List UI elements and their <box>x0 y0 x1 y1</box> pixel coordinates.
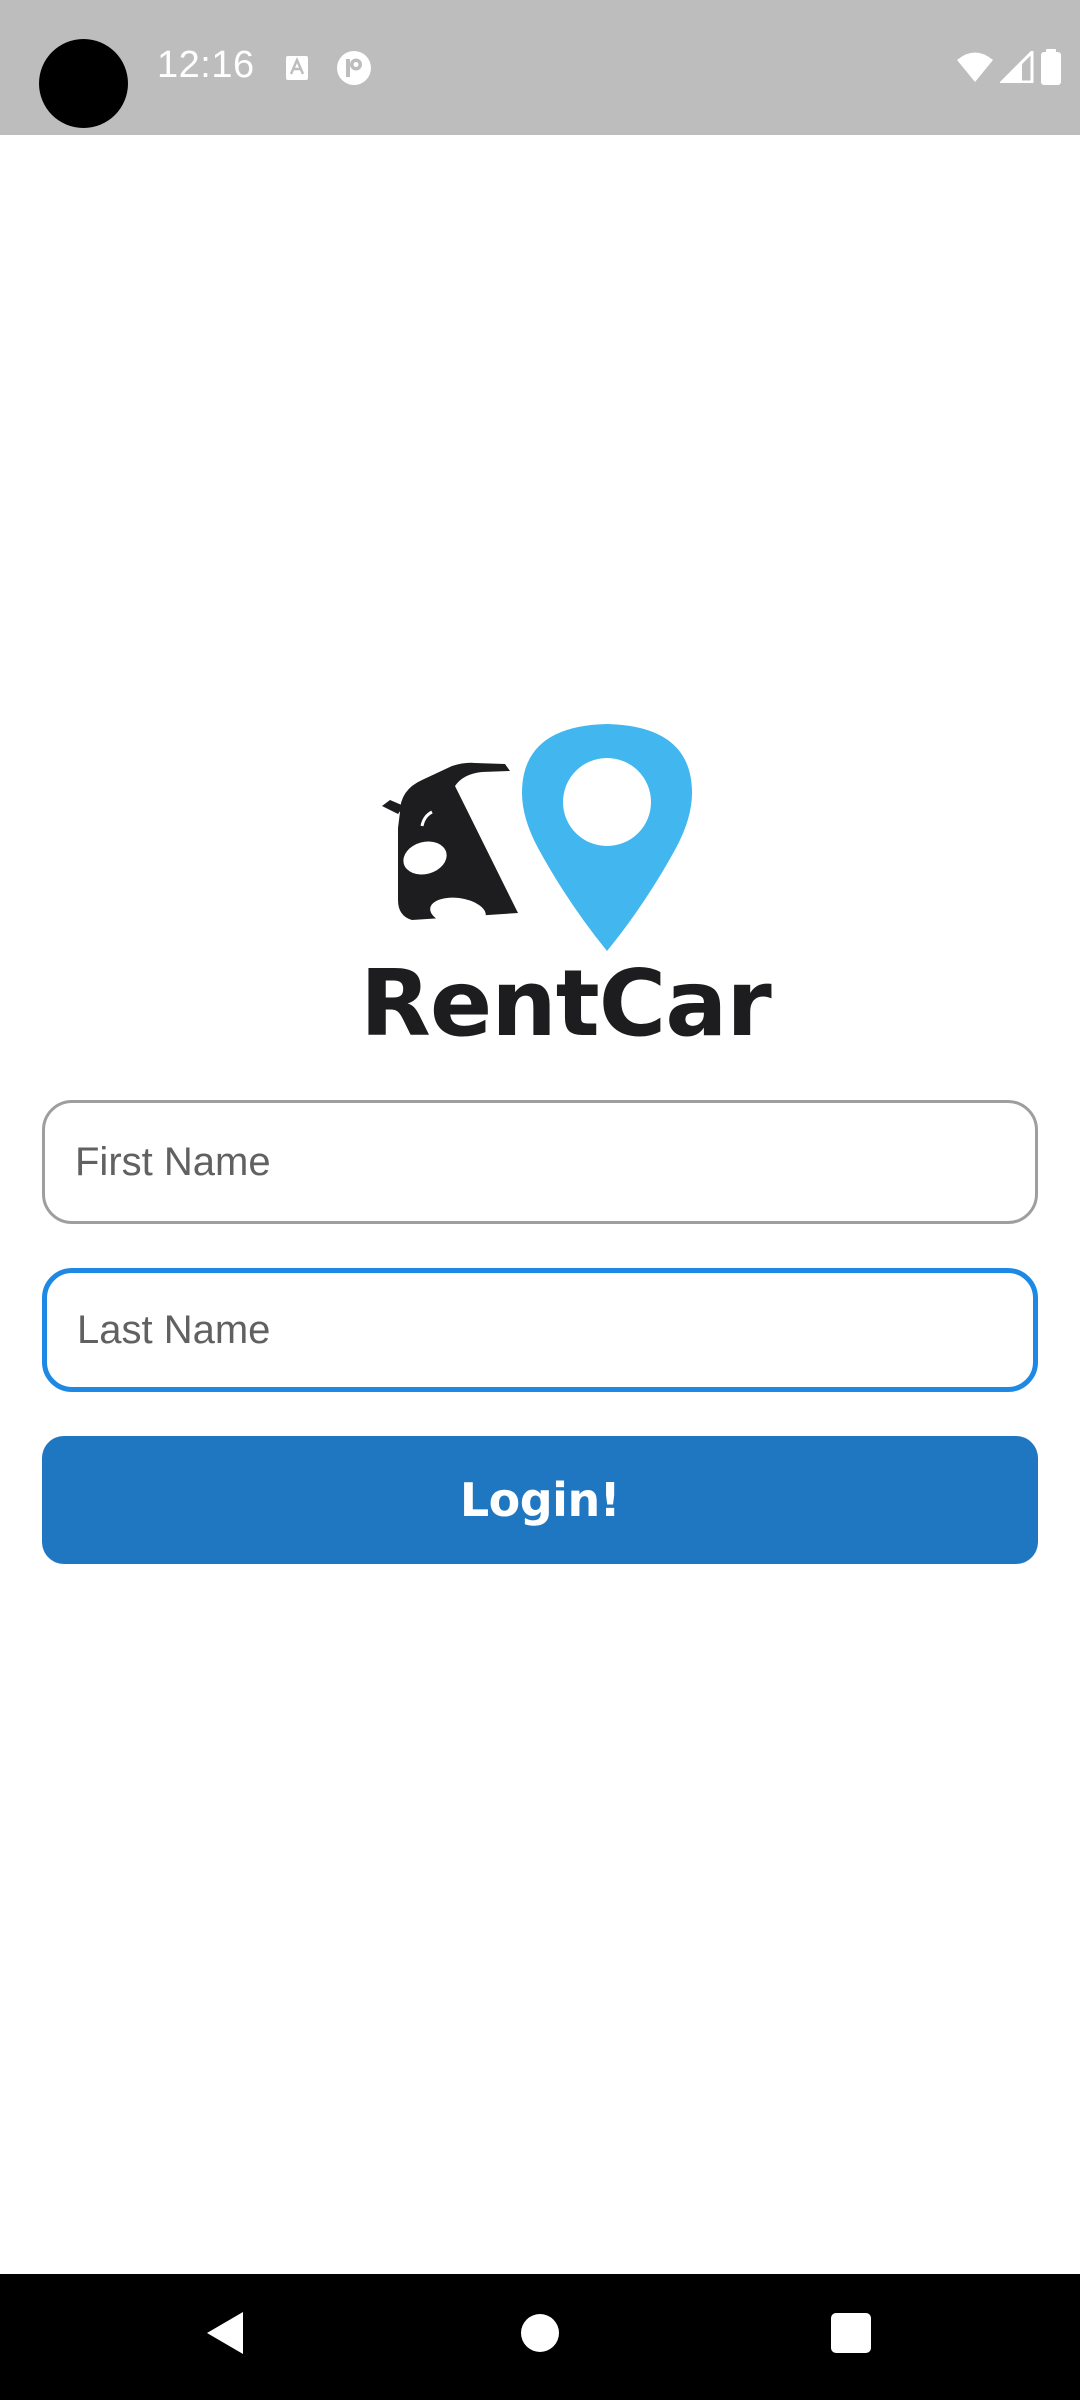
status-bar: 12:16 <box>0 0 1080 135</box>
wifi-icon <box>957 52 993 82</box>
camera-cutout <box>39 39 128 128</box>
last-name-input[interactable]: Last Name <box>42 1268 1038 1392</box>
first-name-input[interactable]: First Name <box>42 1100 1038 1224</box>
last-name-placeholder: Last Name <box>77 1307 271 1352</box>
car-icon <box>382 762 518 927</box>
navigation-bar <box>0 2274 1080 2400</box>
login-button[interactable]: Login! <box>42 1436 1038 1564</box>
text-a-icon <box>286 56 308 80</box>
first-name-placeholder: First Name <box>75 1139 271 1184</box>
back-icon[interactable] <box>205 2310 245 2356</box>
brand-name: RentCar <box>360 950 772 1057</box>
status-time: 12:16 <box>157 44 255 86</box>
location-pin-icon <box>522 724 692 951</box>
status-icons <box>956 48 1062 86</box>
cellular-signal-icon <box>1000 51 1034 83</box>
battery-icon <box>1041 49 1061 85</box>
recents-icon[interactable] <box>831 2313 871 2353</box>
login-screen: 12:16 RentCar First Name Last Name Login… <box>0 0 1080 2400</box>
home-icon[interactable] <box>521 2314 559 2352</box>
p-badge-icon <box>337 51 371 85</box>
